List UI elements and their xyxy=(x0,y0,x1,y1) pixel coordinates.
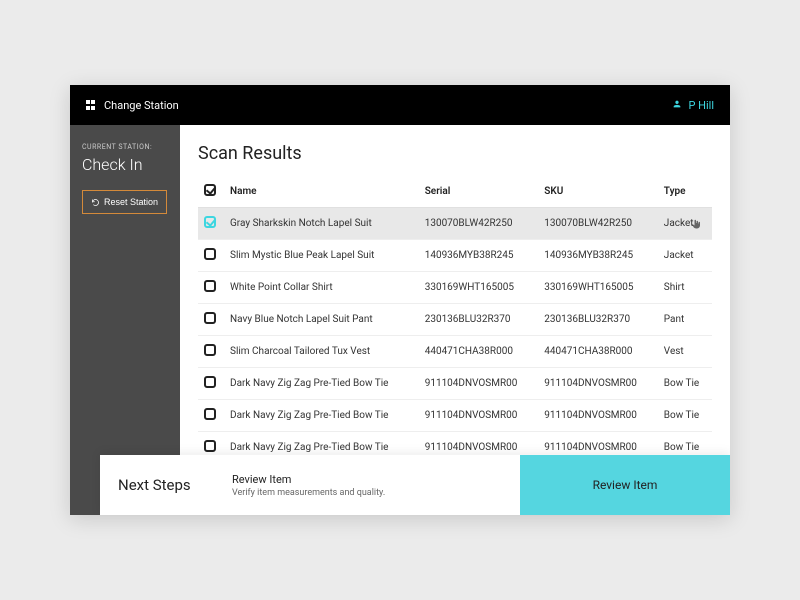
row-checkbox[interactable] xyxy=(204,344,216,356)
cell-name: Gray Sharkskin Notch Lapel Suit xyxy=(224,208,419,240)
cell-sku: 330169WHT165005 xyxy=(538,272,658,304)
reset-station-button[interactable]: Reset Station xyxy=(82,190,167,214)
cell-type: Jacket xyxy=(658,208,712,240)
current-station-label: CURRENT STATION: xyxy=(82,143,168,151)
cell-sku: 230136BLU32R370 xyxy=(538,304,658,336)
cell-sku: 911104DNVOSMR00 xyxy=(538,400,658,432)
app-window: Change Station P Hill CURRENT STATION: C… xyxy=(70,85,730,515)
cell-sku: 130070BLW42R250 xyxy=(538,208,658,240)
row-checkbox[interactable] xyxy=(204,216,216,228)
col-serial: Serial xyxy=(419,176,539,208)
user-menu[interactable]: P Hill xyxy=(672,99,714,112)
table-row[interactable]: White Point Collar Shirt330169WHT1650053… xyxy=(198,272,712,304)
review-item-button[interactable]: Review Item xyxy=(520,455,730,515)
change-station-button[interactable]: Change Station xyxy=(86,99,179,112)
cell-sku: 440471CHA38R000 xyxy=(538,336,658,368)
cell-serial: 230136BLU32R370 xyxy=(419,304,539,336)
check-all-icon xyxy=(204,184,216,196)
page-title: Scan Results xyxy=(198,143,712,164)
reset-station-label: Reset Station xyxy=(104,197,158,207)
table-row[interactable]: Slim Mystic Blue Peak Lapel Suit140936MY… xyxy=(198,240,712,272)
table-row[interactable]: Navy Blue Notch Lapel Suit Pant230136BLU… xyxy=(198,304,712,336)
cell-type: Jacket xyxy=(658,240,712,272)
cell-name: Navy Blue Notch Lapel Suit Pant xyxy=(224,304,419,336)
app-body: CURRENT STATION: Check In Reset Station … xyxy=(70,125,730,515)
cell-name: Slim Charcoal Tailored Tux Vest xyxy=(224,336,419,368)
next-step-desc: Verify item measurements and quality. xyxy=(232,488,508,498)
topbar: Change Station P Hill xyxy=(70,85,730,125)
table-row[interactable]: Dark Navy Zig Zag Pre-Tied Bow Tie911104… xyxy=(198,368,712,400)
row-checkbox[interactable] xyxy=(204,312,216,324)
row-checkbox[interactable] xyxy=(204,408,216,420)
row-checkbox[interactable] xyxy=(204,280,216,292)
row-checkbox[interactable] xyxy=(204,248,216,260)
next-steps-title: Next Steps xyxy=(100,455,220,515)
user-icon xyxy=(672,99,682,112)
col-name: Name xyxy=(224,176,419,208)
cell-name: Dark Navy Zig Zag Pre-Tied Bow Tie xyxy=(224,368,419,400)
cell-type: Shirt xyxy=(658,272,712,304)
cell-sku: 911104DNVOSMR00 xyxy=(538,368,658,400)
cell-serial: 130070BLW42R250 xyxy=(419,208,539,240)
change-station-label: Change Station xyxy=(104,99,179,112)
cell-serial: 140936MYB38R245 xyxy=(419,240,539,272)
cell-serial: 911104DNVOSMR00 xyxy=(419,368,539,400)
cell-name: White Point Collar Shirt xyxy=(224,272,419,304)
cell-sku: 140936MYB38R245 xyxy=(538,240,658,272)
cell-type: Bow Tie xyxy=(658,368,712,400)
next-steps-bar: Next Steps Review Item Verify item measu… xyxy=(100,455,730,515)
cursor-icon xyxy=(690,217,702,231)
cell-type: Vest xyxy=(658,336,712,368)
cell-name: Dark Navy Zig Zag Pre-Tied Bow Tie xyxy=(224,400,419,432)
cell-serial: 440471CHA38R000 xyxy=(419,336,539,368)
cell-type: Bow Tie xyxy=(658,400,712,432)
col-type: Type xyxy=(658,176,712,208)
next-steps-body: Review Item Verify item measurements and… xyxy=(220,455,520,515)
col-sku: SKU xyxy=(538,176,658,208)
cell-serial: 330169WHT165005 xyxy=(419,272,539,304)
refresh-icon xyxy=(91,198,100,207)
cell-type: Pant xyxy=(658,304,712,336)
row-checkbox[interactable] xyxy=(204,376,216,388)
row-checkbox[interactable] xyxy=(204,440,216,452)
results-table: Name Serial SKU Type Gray Sharkskin Notc… xyxy=(198,176,712,496)
grid-icon xyxy=(86,100,96,110)
user-name: P Hill xyxy=(688,99,714,112)
table-row[interactable]: Dark Navy Zig Zag Pre-Tied Bow Tie911104… xyxy=(198,400,712,432)
next-step-title: Review Item xyxy=(232,473,508,486)
review-item-label: Review Item xyxy=(593,478,658,492)
header-checkbox-cell[interactable] xyxy=(198,176,224,208)
cell-serial: 911104DNVOSMR00 xyxy=(419,400,539,432)
table-header-row: Name Serial SKU Type xyxy=(198,176,712,208)
table-row[interactable]: Gray Sharkskin Notch Lapel Suit130070BLW… xyxy=(198,208,712,240)
station-name: Check In xyxy=(82,155,168,174)
cell-name: Slim Mystic Blue Peak Lapel Suit xyxy=(224,240,419,272)
table-row[interactable]: Slim Charcoal Tailored Tux Vest440471CHA… xyxy=(198,336,712,368)
